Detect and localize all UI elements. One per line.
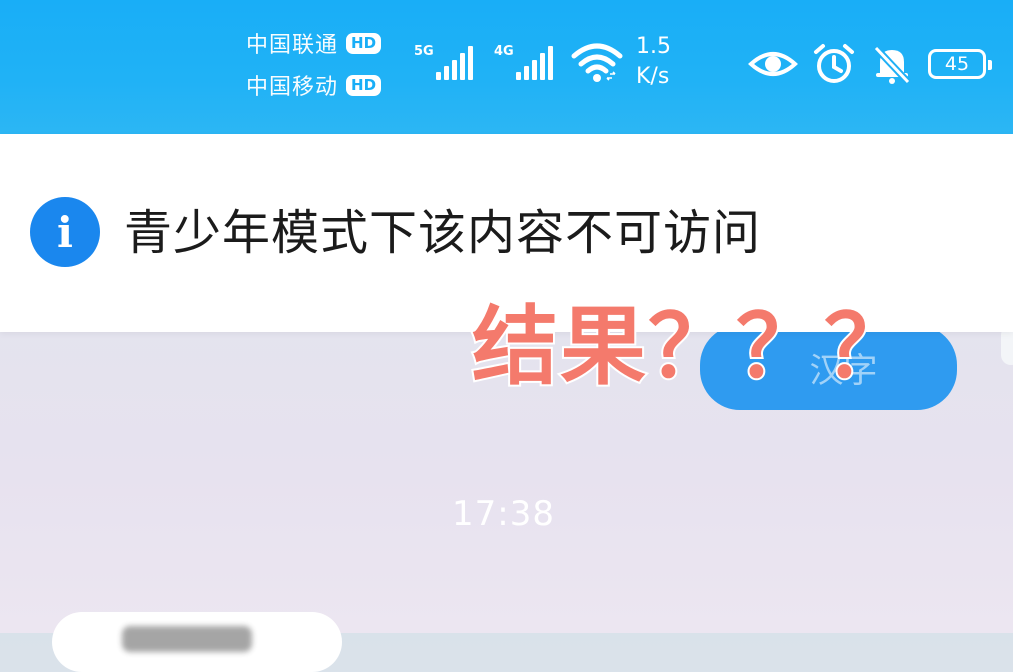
- info-icon: i: [30, 197, 100, 267]
- signal-5g-icon: 5G: [414, 40, 478, 84]
- mute-bell-icon: [873, 45, 911, 85]
- carrier-name: 中国联通: [246, 33, 339, 58]
- signal-bar: [540, 53, 545, 80]
- toast-message: 青少年模式下该内容不可访问: [124, 205, 762, 261]
- signal-bar: [444, 66, 449, 80]
- network-type-label: 5G: [414, 44, 434, 59]
- signal-bar: [436, 72, 441, 80]
- battery-level: 45: [944, 53, 970, 75]
- carrier-list: 中国联通 HD 中国移动 HD: [246, 28, 382, 112]
- chat-timestamp: 17:38: [452, 494, 555, 534]
- speed-value: 1.5: [636, 34, 671, 59]
- message-preview: [122, 626, 252, 652]
- hd-badge: HD: [346, 32, 382, 54]
- signal-bar: [452, 60, 457, 80]
- signal-bar: [468, 46, 473, 80]
- signal-bar: [460, 53, 465, 80]
- signal-bar: [532, 60, 537, 80]
- signal-4g-icon: 4G: [494, 40, 558, 84]
- carrier-row: 中国联通 HD: [246, 28, 382, 58]
- alarm-icon: [814, 44, 854, 83]
- wifi-icon: [571, 43, 623, 82]
- network-speed: 1.5 K/s: [636, 32, 671, 92]
- battery-icon: 45: [928, 49, 992, 79]
- carrier-row: 中国移动 HD: [246, 70, 382, 100]
- network-type-label: 4G: [494, 44, 514, 59]
- eye-icon: [748, 52, 798, 76]
- signal-bar: [516, 72, 521, 80]
- speed-unit: K/s: [636, 64, 670, 89]
- signal-bar: [524, 66, 529, 80]
- chat-message-bubble[interactable]: [52, 612, 342, 672]
- hd-badge: HD: [346, 74, 382, 96]
- status-bar: 中国联通 HD 中国移动 HD 5G 4G 1.5 K/s 45: [0, 0, 1013, 134]
- carrier-name: 中国移动: [246, 75, 339, 100]
- signal-bar: [548, 46, 553, 80]
- overlay-annotation: 结果？？？: [470, 295, 912, 399]
- status-icons: 45: [748, 42, 992, 86]
